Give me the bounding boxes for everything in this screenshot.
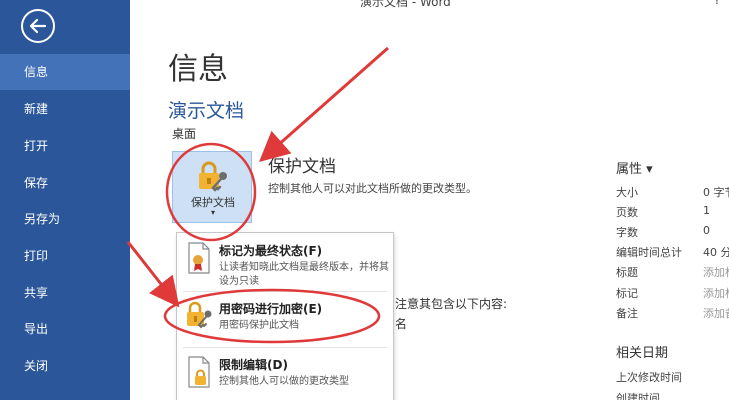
menu-separator (183, 347, 387, 348)
prop-value-pages: 1 (703, 204, 710, 217)
chevron-down-icon: ▾ (210, 208, 215, 217)
document-ribbon-icon (188, 242, 210, 274)
nav-info[interactable]: 信息 (0, 54, 130, 90)
prop-label-words: 字数 (616, 226, 638, 239)
prop-value-editing-time: 40 分 (703, 246, 729, 259)
inspect-partial-text: 注意其包含以下内容: (395, 297, 508, 311)
prop-label-pages: 页数 (616, 206, 638, 219)
annotation-arrow-lower (126, 241, 180, 308)
prop-label-size: 大小 (616, 186, 638, 199)
nav-export[interactable]: 导出 (0, 311, 130, 347)
prop-label-tags: 标记 (616, 287, 638, 300)
prop-value-tags[interactable]: 添加标记 (703, 285, 729, 301)
nav-open[interactable]: 打开 (0, 128, 130, 164)
encrypt-title: 用密码进行加密(E) (219, 302, 323, 316)
properties-heading[interactable]: 属性 ▾ (616, 158, 653, 177)
nav-save-as[interactable]: 另存为 (0, 201, 130, 237)
lock-key-icon (199, 161, 227, 192)
prop-value-size: 0 字节 (703, 186, 729, 199)
lock-key-icon (187, 301, 212, 329)
window-title: 演示文档 - Word (360, 0, 451, 9)
mark-as-final-desc: 让读者知晓此文档是最终版本，并将其设为只读 (219, 262, 389, 287)
document-lock-icon (188, 356, 210, 388)
prop-label-title: 标题 (616, 266, 638, 279)
protect-document-button[interactable]: 保护文档 ▾ (172, 151, 252, 223)
prop-value-comments[interactable]: 添加备注 (703, 305, 729, 321)
protect-dropdown-menu: 标记为最终状态(F) 让读者知晓此文档是最终版本，并将其设为只读 用密码进行加密… (176, 232, 394, 400)
document-location: 桌面 (172, 127, 197, 141)
page-title: 信息 (168, 52, 228, 87)
prop-value-title[interactable]: 添加标题 (703, 264, 729, 280)
nav-print[interactable]: 打印 (0, 238, 130, 274)
prop-label-created: 创建时间 (616, 392, 660, 400)
encrypt-with-password-item[interactable]: 用密码进行加密(E) 用密码保护此文档 (177, 293, 393, 349)
menu-separator (183, 291, 387, 292)
annotation-arrow-upper (259, 46, 389, 162)
prop-label-editing-time: 编辑时间总计 (616, 246, 682, 259)
restrict-editing-item[interactable]: 限制编辑(D) 控制其他人可以做的更改类型 (177, 349, 393, 400)
protect-description: 控制其他人可以对此文档所做的更改类型。 (268, 182, 477, 195)
nav-new[interactable]: 新建 (0, 91, 130, 127)
mark-as-final-title: 标记为最终状态(F) (219, 244, 323, 258)
nav-share[interactable]: 共享 (0, 275, 130, 311)
restrict-editing-desc: 控制其他人可以做的更改类型 (219, 376, 349, 387)
prop-value-words: 0 (703, 224, 710, 237)
back-arrow-icon (29, 18, 47, 34)
prop-label-comments: 备注 (616, 307, 638, 320)
inspect-partial-text-2: 名 (395, 317, 408, 331)
related-dates-heading: 相关日期 (616, 346, 669, 361)
backstage-sidebar: 信息 新建 打开 保存 另存为 打印 共享 导出 关闭 (0, 0, 130, 400)
restrict-editing-title: 限制编辑(D) (219, 358, 288, 372)
protect-heading: 保护文档 (268, 157, 336, 177)
nav-close[interactable]: 关闭 (0, 348, 130, 384)
back-button[interactable] (21, 9, 55, 43)
nav-save[interactable]: 保存 (0, 165, 130, 201)
encrypt-desc: 用密码保护此文档 (219, 320, 299, 331)
document-name: 演示文档 (168, 100, 245, 122)
help-button[interactable]: ? (714, 0, 720, 7)
prop-label-last-modified: 上次修改时间 (616, 371, 682, 384)
mark-as-final-item[interactable]: 标记为最终状态(F) 让读者知晓此文档是最终版本，并将其设为只读 (177, 235, 393, 291)
